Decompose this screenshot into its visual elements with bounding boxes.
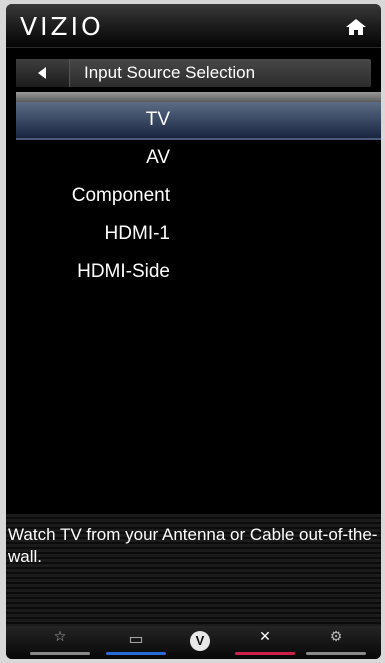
close-button[interactable]: ✕	[233, 626, 297, 659]
gear-icon: ⚙	[329, 629, 343, 645]
input-item-tv[interactable]: TV	[16, 102, 381, 140]
back-arrow-icon	[38, 67, 46, 79]
input-item-component[interactable]: Component	[16, 178, 381, 216]
widescreen-icon: ▭	[128, 629, 144, 648]
home-icon[interactable]	[345, 18, 367, 36]
input-source-list: TV AV Component HDMI-1 HDMI-Side	[6, 102, 381, 292]
close-icon: ✕	[259, 629, 271, 645]
vizio-button[interactable]: V	[168, 626, 232, 659]
widescreen-button[interactable]: ▭	[104, 626, 168, 659]
settings-indicator	[306, 652, 366, 655]
close-indicator	[235, 652, 295, 655]
favorites-indicator	[30, 652, 90, 655]
bottom-toolbar: ☆ ▭ V ✕ ⚙	[6, 626, 381, 659]
app-header: VIZIO	[6, 4, 381, 48]
input-item-hdmi-1[interactable]: HDMI-1	[16, 216, 381, 254]
page-title: Input Source Selection	[84, 63, 256, 82]
star-icon: ☆	[53, 629, 67, 645]
settings-button[interactable]: ⚙	[304, 626, 368, 659]
widescreen-indicator	[106, 652, 166, 655]
input-item-av[interactable]: AV	[16, 140, 381, 178]
vizio-logo: VIZIO	[20, 12, 104, 41]
list-divider	[16, 92, 381, 102]
vizio-tv-screen: VIZIO Input Source Selection TV AV Compo…	[6, 4, 381, 659]
description-panel: Watch TV from your Antenna or Cable out-…	[6, 514, 381, 626]
input-item-hdmi-side[interactable]: HDMI-Side	[16, 254, 381, 292]
back-button[interactable]	[16, 59, 70, 87]
description-text: Watch TV from your Antenna or Cable out-…	[8, 525, 378, 566]
menu-title-bar: Input Source Selection	[16, 59, 371, 87]
favorites-button[interactable]: ☆	[28, 626, 92, 659]
vizio-v-icon: V	[190, 631, 210, 651]
